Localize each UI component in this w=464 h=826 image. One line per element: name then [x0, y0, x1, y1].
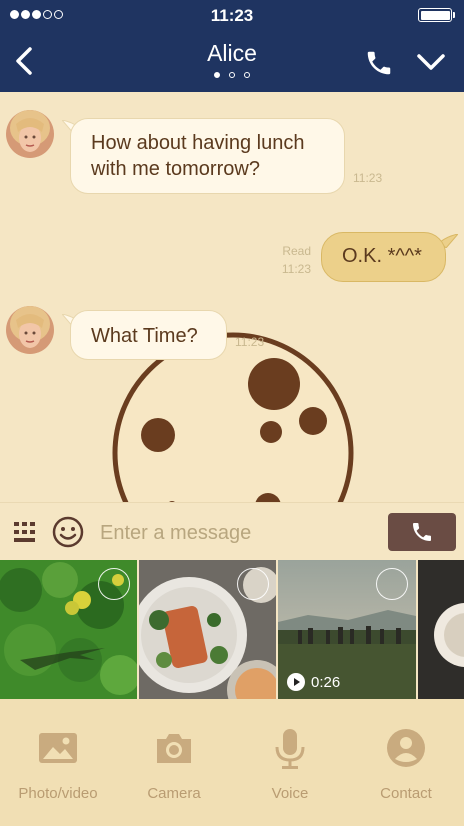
- tab-label: Voice: [271, 785, 309, 802]
- tab-label: Contact: [380, 785, 432, 802]
- phone-call-button[interactable]: [364, 48, 394, 78]
- emoji-icon[interactable]: [52, 516, 84, 548]
- select-circle[interactable]: [237, 568, 269, 600]
- navigation-header: 11:23 Alice: [0, 0, 464, 92]
- avatar[interactable]: [6, 306, 54, 354]
- message-input-bar: [0, 502, 464, 560]
- chevron-down-icon[interactable]: [414, 48, 448, 76]
- message-input[interactable]: [100, 516, 370, 550]
- media-thumbnail-partial[interactable]: [418, 560, 464, 699]
- message-text-line: with me tomorrow?: [91, 158, 260, 180]
- microphone-icon: [275, 729, 305, 769]
- chat-title: Alice: [207, 40, 257, 66]
- tab-voice[interactable]: Voice: [232, 699, 348, 826]
- message-bubble-outgoing[interactable]: O.K. *^^*: [321, 232, 446, 282]
- status-time: 11:23: [210, 6, 254, 25]
- media-thumbnail-video[interactable]: 0:26: [278, 560, 416, 699]
- attachment-tab-bar: Photo/video Camera Voice Contact: [0, 699, 464, 826]
- battery-icon: [418, 8, 455, 22]
- tab-camera[interactable]: Camera: [116, 699, 232, 826]
- camera-icon: [157, 734, 191, 763]
- message-bubble-incoming[interactable]: What Time?: [70, 310, 227, 360]
- status-bar: 11:23: [0, 0, 464, 30]
- chat-area[interactable]: How about having lunch with me tomorrow?…: [0, 92, 464, 502]
- page-indicator: [0, 72, 464, 78]
- select-circle[interactable]: [98, 568, 130, 600]
- message-time: 11:23: [235, 335, 265, 349]
- message-time: 11:23: [281, 262, 311, 276]
- media-thumbnail-forest[interactable]: [0, 560, 137, 699]
- read-receipt: Read: [282, 244, 311, 258]
- message-time: 11:23: [353, 171, 383, 185]
- message-bubble-incoming[interactable]: How about having lunch with me tomorrow?: [70, 118, 345, 194]
- voice-call-button[interactable]: [388, 513, 456, 551]
- media-picker-strip[interactable]: 0:26: [0, 560, 464, 699]
- tab-label: Camera: [147, 785, 201, 802]
- select-circle[interactable]: [376, 568, 408, 600]
- media-thumbnail-salmon-dish[interactable]: [139, 560, 276, 699]
- play-icon: [287, 673, 305, 691]
- tab-contact[interactable]: Contact: [348, 699, 464, 826]
- tab-label: Photo/video: [18, 785, 98, 802]
- phone-icon: [413, 523, 431, 541]
- keypad-icon[interactable]: [14, 522, 36, 542]
- tab-photo-video[interactable]: Photo/video: [0, 699, 116, 826]
- avatar[interactable]: [6, 110, 54, 158]
- message-text-line: How about having lunch: [91, 132, 305, 154]
- contact-icon: [387, 729, 425, 767]
- photo-icon: [39, 733, 77, 763]
- video-duration: 0:26: [287, 673, 340, 691]
